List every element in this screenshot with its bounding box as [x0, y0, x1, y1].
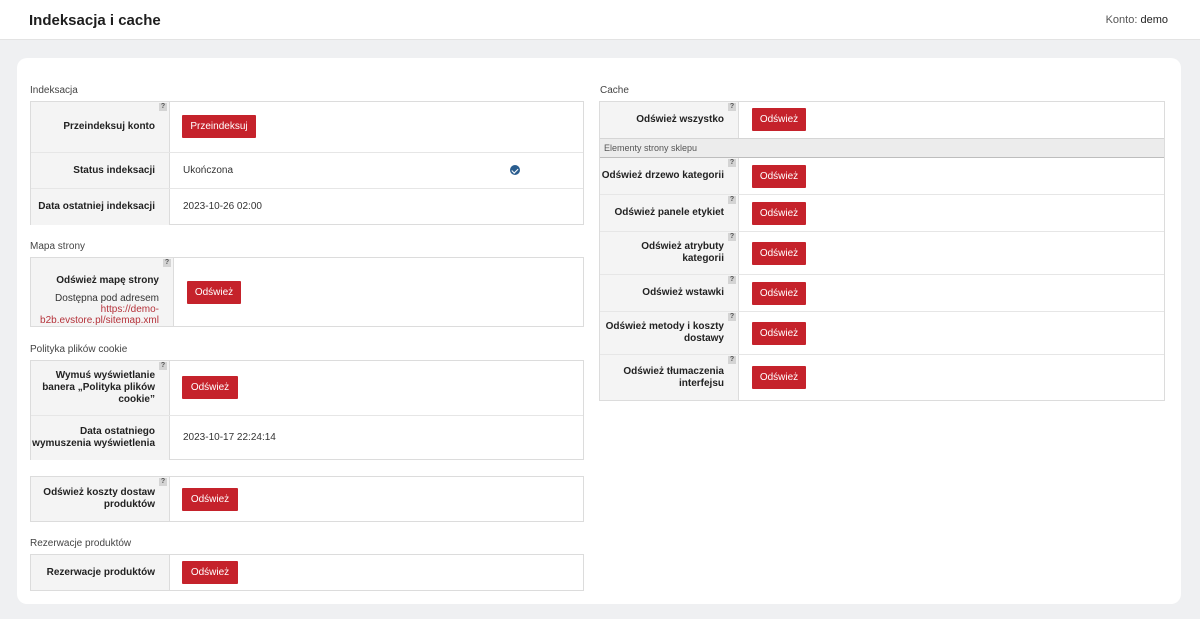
cache-item-row: ? Odśwież atrybuty kategorii Odśwież — [600, 232, 1164, 275]
refresh-interface-translations-button[interactable]: Odśwież — [752, 366, 806, 389]
help-icon[interactable]: ? — [728, 313, 736, 321]
help-icon[interactable]: ? — [159, 103, 167, 111]
help-icon[interactable]: ? — [163, 259, 171, 267]
section-title-cookies: Polityka plików cookie — [30, 344, 128, 355]
cache-item-row: ? Odśwież panele etykiet Odśwież — [600, 195, 1164, 232]
help-icon[interactable]: ? — [159, 362, 167, 370]
status-row: Status indeksacji Ukończona — [31, 153, 583, 189]
indexing-panel: ? Przeindeksuj konto Przeindeksuj Status… — [30, 101, 584, 225]
cache-all-label: Odśwież wszystko — [636, 114, 724, 125]
sitemap-panel: ? Odśwież mapę strony Dostępna pod adres… — [30, 257, 584, 327]
reservations-label: Rezerwacje produktów — [46, 566, 155, 578]
cache-item-row: ? Odśwież metody i koszty dostawy Odświe… — [600, 312, 1164, 355]
help-icon[interactable]: ? — [728, 103, 736, 111]
reindex-row: ? Przeindeksuj konto Przeindeksuj — [31, 102, 583, 153]
help-icon[interactable]: ? — [728, 196, 736, 204]
cookie-last-label: Data ostatniego wymuszenia wyświetlenia — [32, 426, 155, 449]
shipping-label: Odśwież koszty dostaw produktów — [43, 487, 155, 510]
account-info: Konto: demo — [1106, 14, 1168, 26]
account-name: demo — [1140, 14, 1168, 26]
last-index-value: 2023-10-26 02:00 — [183, 201, 262, 212]
refresh-label-panels-button[interactable]: Odśwież — [752, 202, 806, 225]
cache-item-label: Odśwież wstawki — [642, 287, 724, 298]
cache-item-label: Odśwież drzewo kategorii — [601, 170, 724, 181]
cache-item-label: Odśwież tłumaczenia interfejsu — [623, 365, 724, 389]
cache-all-row: ? Odśwież wszystko Odśwież — [600, 102, 1164, 138]
last-index-label: Data ostatniej indeksacji — [38, 201, 155, 212]
sitemap-label: Odśwież mapę strony — [56, 275, 159, 286]
sitemap-refresh-button[interactable]: Odśwież — [187, 281, 241, 304]
main-card: Indeksacja ? Przeindeksuj konto Przeinde… — [17, 58, 1181, 604]
cookie-last-row: Data ostatniego wymuszenia wyświetlenia … — [31, 416, 583, 460]
reservations-row: Rezerwacje produktów Odśwież — [31, 555, 583, 590]
page-title: Indeksacja i cache — [29, 12, 161, 29]
section-title-sitemap: Mapa strony — [30, 241, 86, 252]
reservations-panel: Rezerwacje produktów Odśwież — [30, 554, 584, 591]
sitemap-available-text: Dostępna pod adresem — [55, 293, 159, 304]
cookies-panel: ? Wymuś wyświetlanie banera „Polityka pl… — [30, 360, 584, 460]
top-bar: Indeksacja i cache Konto: demo — [0, 0, 1200, 40]
shipping-refresh-button[interactable]: Odśwież — [182, 488, 238, 511]
reindex-label: Przeindeksuj konto — [63, 121, 155, 132]
cookie-last-value: 2023-10-17 22:24:14 — [183, 432, 276, 443]
shipping-row: ? Odśwież koszty dostaw produktów Odświe… — [31, 477, 583, 521]
sitemap-link[interactable]: https://demo-b2b.evstore.pl/sitemap.xml — [40, 304, 159, 326]
sitemap-description: Dostępna pod adresem https://demo-b2b.ev… — [29, 293, 159, 326]
last-index-row: Data ostatniej indeksacji 2023-10-26 02:… — [31, 189, 583, 225]
section-title-reservations: Rezerwacje produktów — [30, 538, 132, 549]
help-icon[interactable]: ? — [728, 356, 736, 364]
cache-subheading: Elementy strony sklepu — [600, 138, 1164, 158]
cache-item-row: ? Odśwież wstawki Odśwież — [600, 275, 1164, 312]
refresh-category-tree-button[interactable]: Odśwież — [752, 165, 806, 188]
status-label: Status indeksacji — [73, 164, 155, 176]
help-icon[interactable]: ? — [728, 159, 736, 167]
cache-item-label: Odśwież panele etykiet — [614, 207, 725, 218]
cache-item-label: Odśwież metody i koszty dostawy — [605, 321, 724, 344]
help-icon[interactable]: ? — [159, 478, 167, 486]
section-title-indexing: Indeksacja — [30, 85, 78, 96]
cookie-force-row: ? Wymuś wyświetlanie banera „Polityka pl… — [31, 361, 583, 416]
status-value: Ukończona — [183, 165, 234, 176]
cache-item-row: ? Odśwież tłumaczenia interfejsu Odśwież — [600, 355, 1164, 400]
help-icon[interactable]: ? — [728, 233, 736, 241]
refresh-category-attributes-button[interactable]: Odśwież — [752, 242, 806, 265]
sitemap-row: ? Odśwież mapę strony Dostępna pod adres… — [31, 258, 583, 326]
reindex-button[interactable]: Przeindeksuj — [182, 115, 256, 138]
cache-item-label: Odśwież atrybuty kategorii — [641, 241, 724, 264]
reservations-refresh-button[interactable]: Odśwież — [182, 561, 238, 584]
cache-panel: ? Odśwież wszystko Odśwież Elementy stro… — [599, 101, 1165, 401]
account-label: Konto: — [1105, 14, 1138, 26]
section-title-cache: Cache — [600, 85, 629, 96]
check-circle-icon — [510, 165, 520, 175]
help-icon[interactable]: ? — [728, 276, 736, 284]
cookie-force-label: Wymuś wyświetlanie banera „Polityka plik… — [42, 370, 155, 405]
refresh-inserts-button[interactable]: Odśwież — [752, 282, 806, 305]
shipping-panel: ? Odśwież koszty dostaw produktów Odświe… — [30, 476, 584, 522]
cookie-refresh-button[interactable]: Odśwież — [182, 376, 238, 399]
cache-all-button[interactable]: Odśwież — [752, 108, 806, 131]
refresh-shipping-methods-button[interactable]: Odśwież — [752, 322, 806, 345]
cache-item-row: ? Odśwież drzewo kategorii Odśwież — [600, 158, 1164, 195]
